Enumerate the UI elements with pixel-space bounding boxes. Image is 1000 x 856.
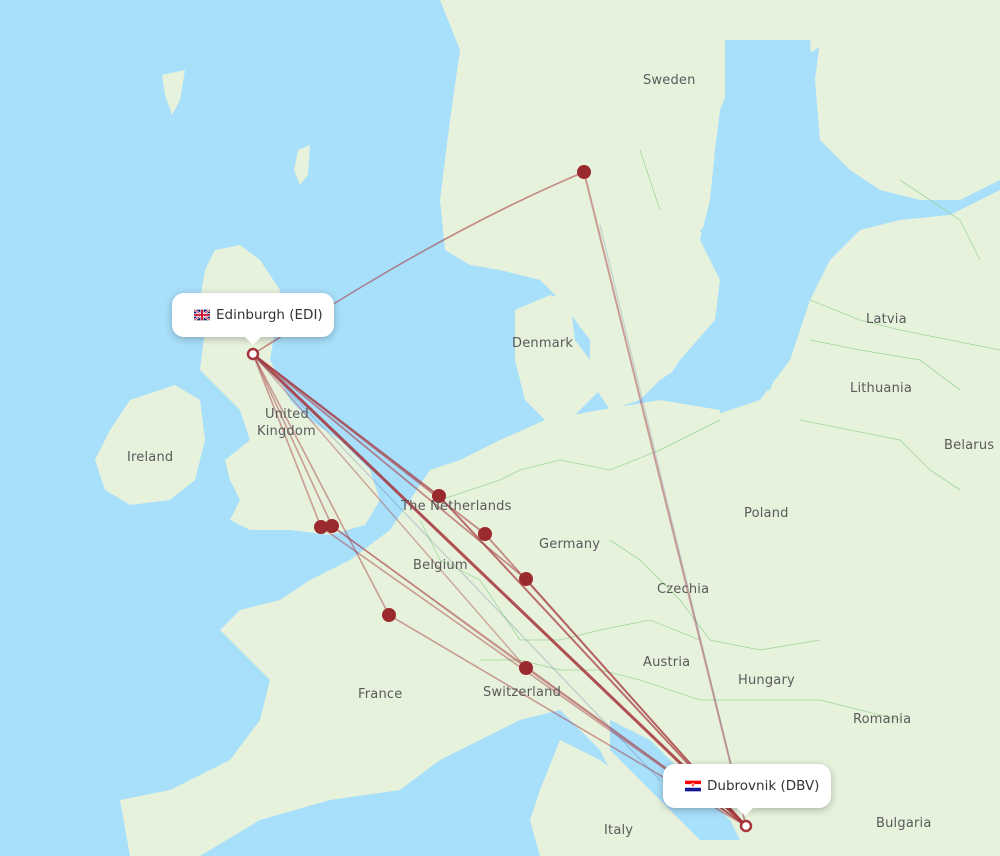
label-belgium: Belgium xyxy=(413,558,468,573)
edi-airport-marker[interactable] xyxy=(246,347,260,361)
label-italy: Italy xyxy=(604,823,633,838)
label-sweden: Sweden xyxy=(643,73,696,88)
route-map[interactable]: Sweden Denmark Latvia Lithuania Belarus … xyxy=(0,0,1000,856)
label-latvia: Latvia xyxy=(866,312,907,327)
label-belarus: Belarus xyxy=(944,438,994,453)
stopover-marker[interactable] xyxy=(382,608,396,622)
croatia-flag-icon xyxy=(685,780,701,792)
uk-flag-icon xyxy=(193,308,211,322)
label-austria: Austria xyxy=(643,655,690,670)
label-germany: Germany xyxy=(539,537,600,552)
land-ireland xyxy=(95,385,205,505)
label-denmark: Denmark xyxy=(512,336,573,351)
origin-airport-popup[interactable]: Edinburgh (EDI) xyxy=(172,293,334,345)
label-bulgaria: Bulgaria xyxy=(876,816,932,831)
stopover-marker[interactable] xyxy=(325,519,339,533)
stopover-marker[interactable] xyxy=(519,661,533,675)
land-finland xyxy=(810,0,1000,200)
destination-airport-popup[interactable]: Dubrovnik (DBV) xyxy=(663,764,831,816)
label-united: United xyxy=(265,407,309,422)
stopover-marker[interactable] xyxy=(519,572,533,586)
dbv-airport-marker[interactable] xyxy=(739,819,753,833)
land-faroe xyxy=(162,70,185,115)
stopover-marker[interactable] xyxy=(478,527,492,541)
label-france: France xyxy=(358,687,402,702)
label-lithuania: Lithuania xyxy=(850,381,912,396)
origin-airport-name: Edinburgh (EDI) xyxy=(216,307,323,323)
label-romania: Romania xyxy=(853,712,911,727)
destination-airport-name: Dubrovnik (DBV) xyxy=(707,778,820,794)
label-poland: Poland xyxy=(744,506,789,521)
label-hungary: Hungary xyxy=(738,673,795,688)
stopover-marker[interactable] xyxy=(577,165,591,179)
label-switzerland: Switzerland xyxy=(483,685,561,700)
land-layer xyxy=(95,0,1000,856)
label-netherlands: The Netherlands xyxy=(400,499,512,514)
label-czechia: Czechia xyxy=(657,582,709,597)
sea-gulf-of-bothnia xyxy=(725,40,815,200)
label-kingdom: Kingdom xyxy=(257,424,316,439)
land-shetland xyxy=(294,145,310,185)
label-ireland: Ireland xyxy=(127,450,173,465)
